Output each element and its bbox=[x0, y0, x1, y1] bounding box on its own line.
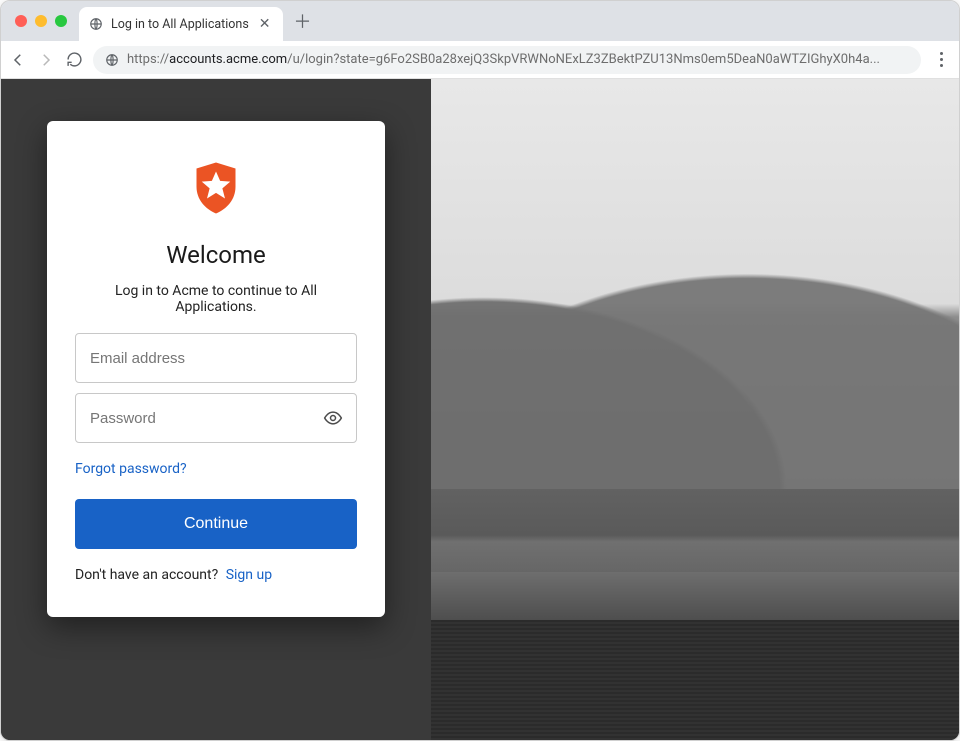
page-content: Welcome Log in to Acme to continue to Al… bbox=[1, 79, 959, 740]
password-field[interactable] bbox=[75, 393, 357, 443]
new-tab-button[interactable]: ＋ bbox=[289, 7, 317, 35]
browser-toolbar: https://accounts.acme.com/u/login?state=… bbox=[1, 41, 959, 79]
forward-button[interactable] bbox=[37, 51, 55, 69]
shore-illustration bbox=[431, 572, 959, 622]
signup-link[interactable]: Sign up bbox=[226, 567, 272, 583]
window-traffic-lights bbox=[9, 15, 73, 27]
background-image bbox=[431, 79, 959, 740]
eye-icon bbox=[323, 408, 343, 428]
login-panel: Welcome Log in to Acme to continue to Al… bbox=[1, 79, 431, 740]
reload-button[interactable] bbox=[65, 51, 83, 69]
site-info-icon[interactable] bbox=[105, 53, 119, 67]
tab-title: Log in to All Applications bbox=[111, 17, 249, 32]
signup-prompt: Don't have an account? bbox=[75, 567, 218, 583]
page-title: Welcome bbox=[166, 241, 266, 269]
browser-tab[interactable]: Log in to All Applications ✕ bbox=[79, 7, 283, 41]
login-card: Welcome Log in to Acme to continue to Al… bbox=[47, 121, 385, 617]
window-close-button[interactable] bbox=[15, 15, 27, 27]
forgot-password-link[interactable]: Forgot password? bbox=[75, 461, 187, 477]
tab-close-button[interactable]: ✕ bbox=[257, 16, 273, 32]
browser-menu-button[interactable] bbox=[931, 48, 951, 71]
address-bar[interactable]: https://accounts.acme.com/u/login?state=… bbox=[93, 46, 921, 74]
logo-shield-icon bbox=[192, 161, 240, 215]
water-illustration bbox=[431, 620, 959, 740]
window-minimize-button[interactable] bbox=[35, 15, 47, 27]
back-button[interactable] bbox=[9, 51, 27, 69]
globe-icon bbox=[89, 17, 103, 31]
tab-bar: Log in to All Applications ✕ ＋ bbox=[1, 1, 959, 41]
email-field[interactable] bbox=[75, 333, 357, 383]
window-maximize-button[interactable] bbox=[55, 15, 67, 27]
signup-row: Don't have an account? Sign up bbox=[75, 567, 272, 583]
continue-button[interactable]: Continue bbox=[75, 499, 357, 549]
url-text: https://accounts.acme.com/u/login?state=… bbox=[127, 52, 880, 67]
password-field-wrapper bbox=[75, 393, 357, 443]
login-subtext: Log in to Acme to continue to All Applic… bbox=[75, 283, 357, 315]
email-field-wrapper bbox=[75, 333, 357, 383]
browser-window: Log in to All Applications ✕ ＋ https://a… bbox=[0, 0, 960, 741]
toggle-password-visibility-button[interactable] bbox=[319, 404, 347, 432]
mountain-illustration bbox=[431, 229, 959, 489]
